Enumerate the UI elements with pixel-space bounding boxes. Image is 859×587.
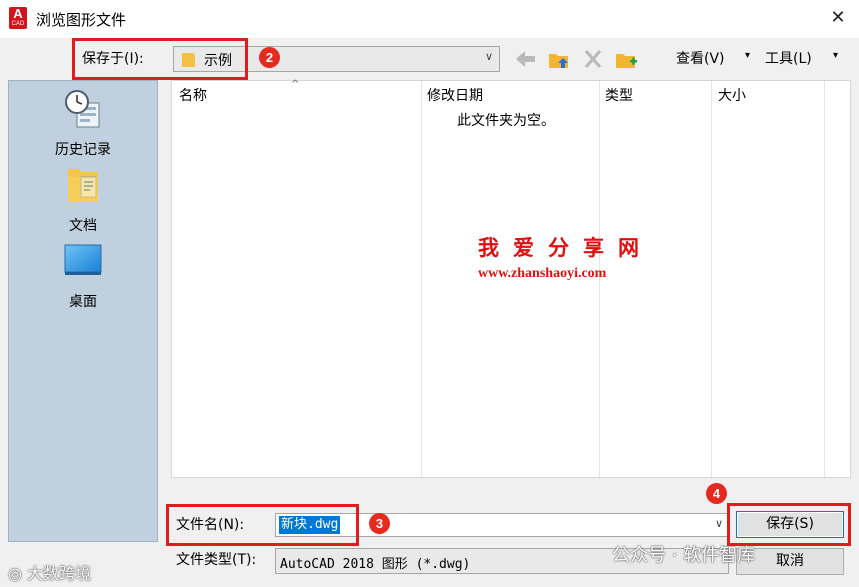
- sort-ascending-icon: ^: [291, 79, 300, 90]
- history-icon: [65, 90, 100, 128]
- column-header-name[interactable]: 名称: [179, 85, 207, 105]
- column-divider[interactable]: [711, 81, 712, 477]
- places-sidebar: 历史记录 文档 桌面: [8, 80, 158, 542]
- tools-menu-dropdown-icon[interactable]: ▾: [833, 50, 838, 61]
- delete-icon[interactable]: [580, 47, 606, 71]
- places-item-label: 文档: [69, 218, 97, 234]
- new-folder-icon[interactable]: [613, 47, 639, 71]
- annotation-box-save-in: [72, 38, 248, 80]
- places-item-history[interactable]: 历史记录: [9, 87, 157, 159]
- empty-folder-message: 此文件夹为空。: [457, 113, 555, 129]
- app-icon-letter: A: [13, 6, 23, 21]
- step-marker-4: 4: [706, 483, 727, 504]
- window-title: 浏览图形文件: [36, 11, 127, 29]
- view-menu-dropdown-icon[interactable]: ▾: [745, 50, 750, 61]
- places-item-label: 历史记录: [55, 142, 111, 158]
- back-arrow-icon[interactable]: [513, 47, 539, 71]
- column-divider[interactable]: [421, 81, 422, 477]
- column-divider[interactable]: [824, 81, 825, 477]
- close-icon[interactable]: ✕: [822, 3, 854, 33]
- annotation-box-save-button: [727, 503, 851, 546]
- column-header-size[interactable]: 大小: [718, 85, 746, 105]
- filetype-label: 文件类型(T):: [176, 552, 257, 568]
- column-header-modified[interactable]: 修改日期: [427, 85, 483, 105]
- autocad-app-icon: A CAD: [9, 7, 27, 29]
- watermark-url: www.zhanshaoyi.com: [478, 266, 607, 281]
- watermark-title: 我爱分享网: [478, 235, 653, 260]
- title-bar: [0, 0, 859, 38]
- filetype-value: AutoCAD 2018 图形 (*.dwg): [280, 557, 471, 572]
- view-menu[interactable]: 查看(V): [676, 48, 725, 68]
- corner-watermark-left: ◎ 大数跨境: [8, 564, 92, 583]
- corner-watermark-right: 公众号 · 软件智库: [612, 545, 756, 566]
- up-one-level-icon[interactable]: [546, 47, 572, 71]
- chevron-down-icon: ∨: [484, 50, 493, 63]
- desktop-icon: [64, 244, 102, 275]
- places-item-label: 桌面: [69, 294, 97, 310]
- documents-folder-icon: [68, 169, 98, 202]
- places-item-desktop[interactable]: 桌面: [9, 239, 157, 311]
- chevron-down-icon[interactable]: ∨: [715, 517, 723, 530]
- annotation-box-filename: [166, 504, 359, 546]
- step-marker-3: 3: [369, 513, 390, 534]
- places-item-documents[interactable]: 文档: [9, 163, 157, 235]
- column-header-type[interactable]: 类型: [605, 85, 633, 105]
- step-marker-2: 2: [259, 47, 280, 68]
- tools-menu[interactable]: 工具(L): [765, 48, 812, 68]
- app-icon-subtext: CAD: [11, 21, 25, 27]
